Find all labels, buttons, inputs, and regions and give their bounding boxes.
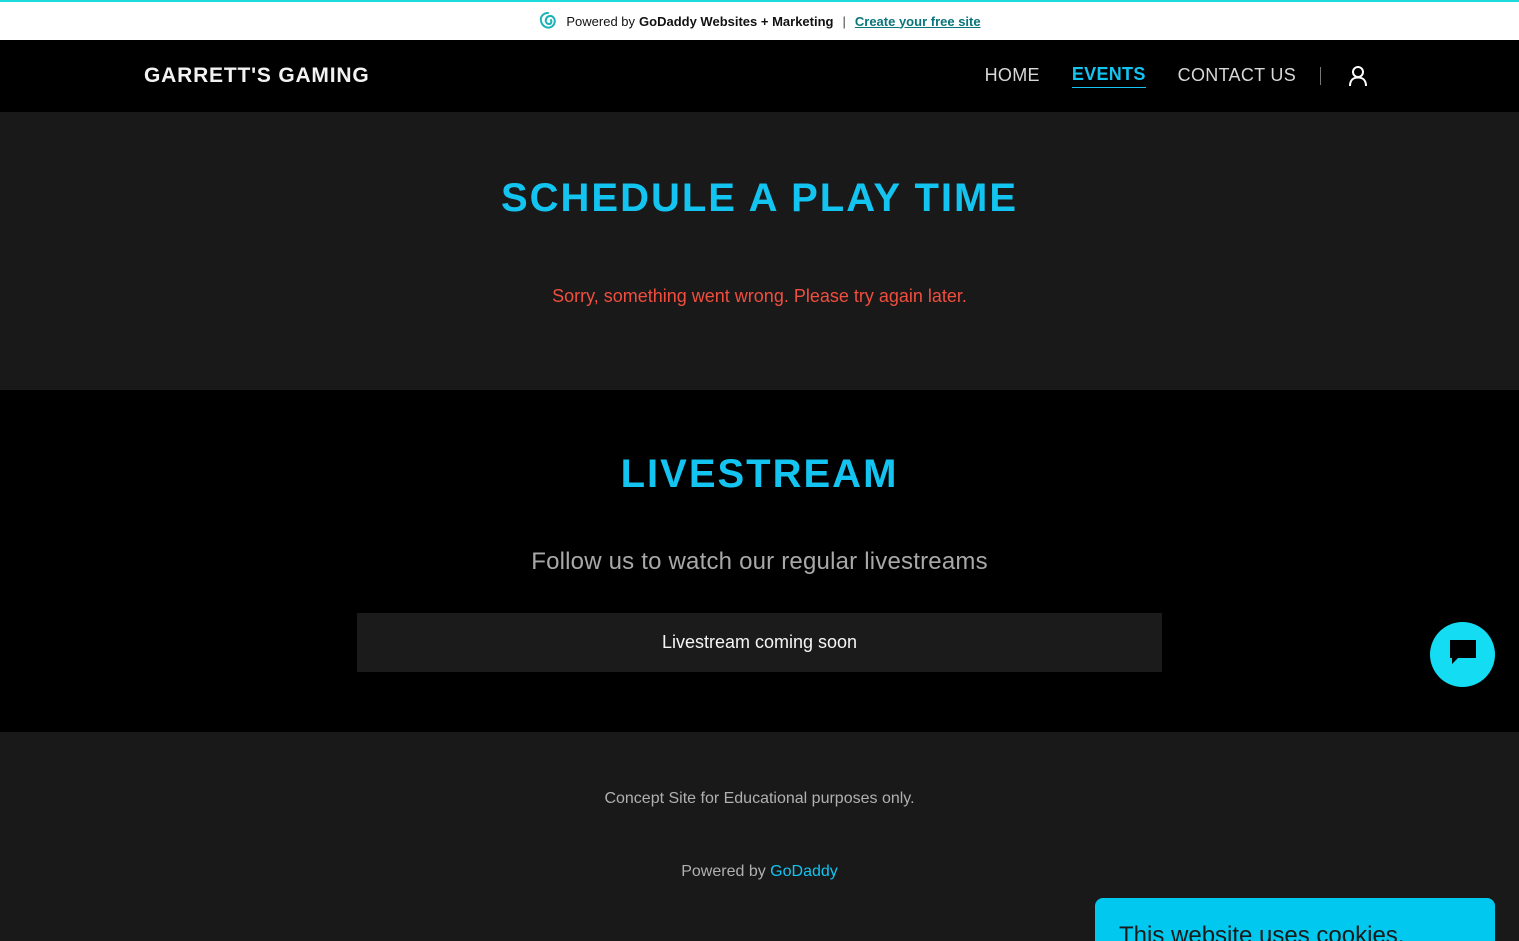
site-title[interactable]: GARRETT'S GAMING <box>144 64 369 88</box>
godaddy-banner: Powered by GoDaddy Websites + Marketing … <box>0 0 1519 40</box>
footer-powered-prefix: Powered by <box>681 863 766 880</box>
user-account-icon[interactable] <box>1347 65 1369 87</box>
schedule-heading: SCHEDULE A PLAY TIME <box>500 176 1019 220</box>
banner-powered-label: Powered by <box>566 13 636 29</box>
cookie-consent-text: This website uses cookies. <box>1119 922 1405 941</box>
site-header: GARRETT'S GAMING HOME EVENTS CONTACT US <box>0 40 1519 112</box>
livestream-subtitle: Follow us to watch our regular livestrea… <box>531 548 988 575</box>
banner-separator: | <box>842 13 846 29</box>
footer-note: Concept Site for Educational purposes on… <box>604 790 915 807</box>
cookie-consent-panel: This website uses cookies. <box>1095 898 1495 941</box>
banner-brand-name: GoDaddy Websites + Marketing <box>639 13 834 29</box>
schedule-section: SCHEDULE A PLAY TIME Sorry, something we… <box>0 112 1519 390</box>
livestream-placeholder-text: Livestream coming soon <box>661 632 858 652</box>
nav-contact-us[interactable]: CONTACT US <box>1178 65 1296 88</box>
schedule-error-message: Sorry, something went wrong. Please try … <box>552 286 967 306</box>
chat-bubble-icon <box>1447 637 1479 672</box>
nav-home[interactable]: HOME <box>985 65 1040 88</box>
nav-events[interactable]: EVENTS <box>1071 64 1146 88</box>
nav-divider <box>1320 67 1321 85</box>
chat-button[interactable] <box>1430 622 1495 687</box>
godaddy-logo-icon <box>538 11 558 31</box>
main-nav: HOME EVENTS CONTACT US <box>953 40 1369 112</box>
footer-godaddy-link[interactable]: GoDaddy <box>770 863 838 880</box>
livestream-heading: LIVESTREAM <box>620 452 899 496</box>
create-free-site-link[interactable]: Create your free site <box>855 14 981 29</box>
livestream-placeholder: Livestream coming soon <box>357 613 1162 672</box>
footer-powered-by: Powered by GoDaddy <box>0 863 1519 881</box>
livestream-section: LIVESTREAM Follow us to watch our regula… <box>0 390 1519 732</box>
